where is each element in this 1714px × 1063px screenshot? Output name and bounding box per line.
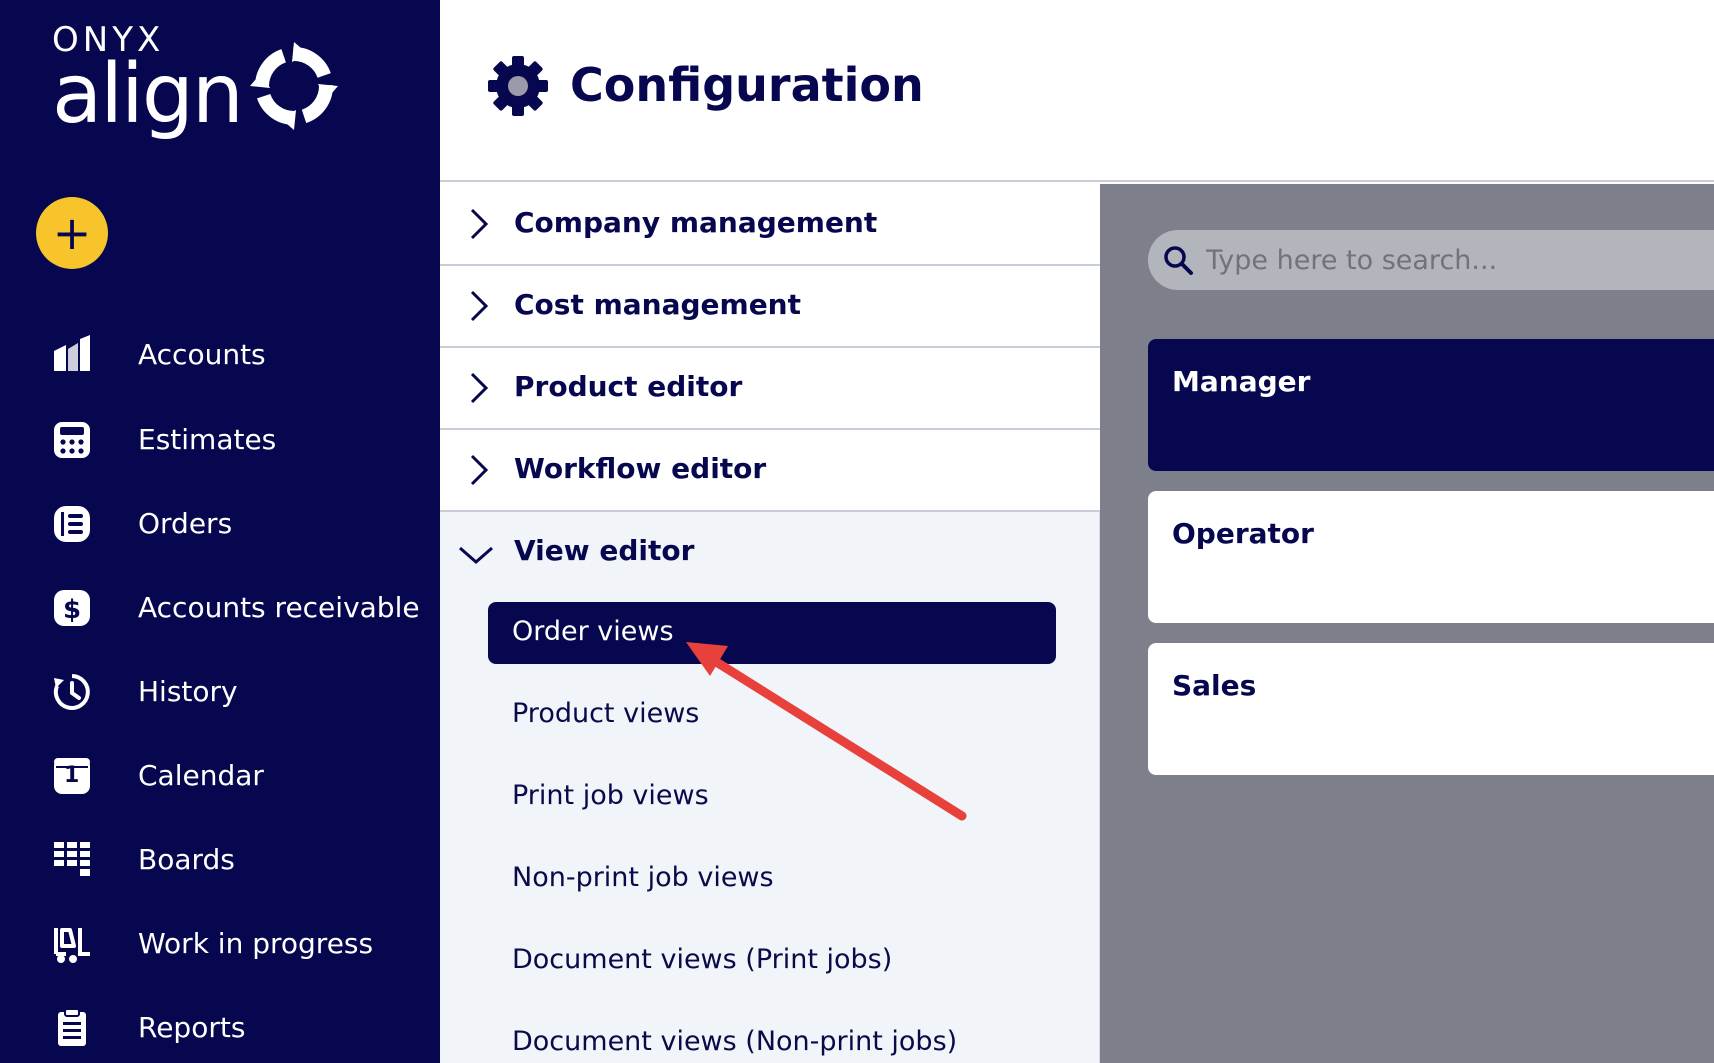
menu-section-label: Company management bbox=[514, 206, 878, 239]
menu-section-label: Product editor bbox=[514, 370, 743, 403]
sidebar-item-accounts-receivable[interactable]: $ Accounts receivable bbox=[0, 569, 440, 645]
chevron-right-icon bbox=[470, 290, 489, 322]
gear-icon bbox=[488, 56, 548, 116]
role-card-sales[interactable]: Sales bbox=[1148, 643, 1714, 775]
sidebar-item-reports[interactable]: Reports bbox=[0, 989, 440, 1063]
submenu-item-label: Document views (Non-print jobs) bbox=[512, 1026, 958, 1057]
chevron-right-icon bbox=[470, 208, 489, 240]
sidebar-item-boards[interactable]: Boards bbox=[0, 821, 440, 897]
search-input[interactable] bbox=[1206, 238, 1706, 282]
logo-product: align bbox=[52, 47, 244, 142]
menu-section-company-management[interactable]: Company management bbox=[440, 184, 1100, 266]
menu-section-label: Cost management bbox=[514, 288, 801, 321]
roles-panel: Manager Operator Sales bbox=[1100, 184, 1714, 1063]
submenu-item-label: Print job views bbox=[512, 780, 709, 811]
logo-sync-icon bbox=[250, 42, 338, 130]
sidebar-item-label: Boards bbox=[138, 842, 235, 876]
sidebar-item-label: Reports bbox=[138, 1010, 246, 1044]
chevron-right-icon bbox=[470, 454, 489, 486]
page-header: Configuration bbox=[440, 0, 1714, 182]
submenu-item-print-job-views[interactable]: Print job views bbox=[488, 766, 1056, 828]
submenu-item-label: Product views bbox=[512, 698, 700, 729]
sidebar: ONYX align + Accounts Estimates Orders $… bbox=[0, 0, 440, 1063]
role-label: Sales bbox=[1172, 669, 1257, 702]
calendar-day: 1 bbox=[64, 763, 80, 788]
search-icon bbox=[1164, 246, 1193, 275]
sidebar-item-label: Estimates bbox=[138, 422, 277, 456]
submenu-item-product-views[interactable]: Product views bbox=[488, 684, 1056, 746]
menu-section-product-editor[interactable]: Product editor bbox=[440, 348, 1100, 430]
clipboard-icon bbox=[58, 1008, 86, 1046]
sidebar-item-history[interactable]: History bbox=[0, 653, 440, 729]
menu-section-label: Workflow editor bbox=[514, 452, 767, 485]
app-logo[interactable]: ONYX align bbox=[52, 22, 244, 142]
page-title: Configuration bbox=[570, 58, 924, 112]
sidebar-item-label: Orders bbox=[138, 506, 233, 540]
chevron-right-icon bbox=[470, 372, 489, 404]
submenu-item-label: Non-print job views bbox=[512, 862, 774, 893]
calculator-icon bbox=[54, 422, 90, 458]
boards-icon bbox=[54, 842, 90, 876]
sidebar-item-label: History bbox=[138, 674, 238, 708]
add-button[interactable]: + bbox=[36, 197, 108, 269]
submenu-item-label: Order views bbox=[512, 616, 674, 647]
role-label: Manager bbox=[1172, 365, 1311, 398]
sidebar-item-label: Work in progress bbox=[138, 926, 374, 960]
orders-icon bbox=[54, 506, 90, 542]
sidebar-item-calendar[interactable]: 1 Calendar bbox=[0, 737, 440, 813]
menu-section-view-editor[interactable]: View editor bbox=[440, 512, 1100, 594]
sidebar-item-accounts[interactable]: Accounts bbox=[0, 316, 440, 392]
dollar-icon: $ bbox=[54, 590, 90, 626]
sidebar-item-work-in-progress[interactable]: Work in progress bbox=[0, 905, 440, 981]
submenu-item-document-views-print-jobs[interactable]: Document views (Print jobs) bbox=[488, 930, 1056, 992]
menu-section-cost-management[interactable]: Cost management bbox=[440, 266, 1100, 348]
submenu-item-non-print-job-views[interactable]: Non-print job views bbox=[488, 848, 1056, 910]
role-label: Operator bbox=[1172, 517, 1314, 550]
forklift-icon bbox=[54, 928, 90, 963]
sidebar-item-orders[interactable]: Orders bbox=[0, 485, 440, 561]
sidebar-item-label: Accounts receivable bbox=[138, 590, 420, 624]
svg-text:$: $ bbox=[63, 595, 81, 625]
search-box[interactable] bbox=[1148, 230, 1714, 290]
sidebar-item-label: Calendar bbox=[138, 758, 264, 792]
submenu-item-order-views[interactable]: Order views bbox=[488, 602, 1056, 664]
configuration-menu: Company management Cost management Produ… bbox=[440, 184, 1100, 1063]
menu-section-workflow-editor[interactable]: Workflow editor bbox=[440, 430, 1100, 512]
sidebar-item-label: Accounts bbox=[138, 337, 266, 371]
submenu-item-document-views-non-print-jobs[interactable]: Document views (Non-print jobs) bbox=[488, 1012, 1056, 1063]
submenu-item-label: Document views (Print jobs) bbox=[512, 944, 893, 975]
role-card-manager[interactable]: Manager bbox=[1148, 339, 1714, 471]
chevron-down-icon bbox=[459, 546, 493, 564]
accounts-icon bbox=[54, 335, 90, 371]
sidebar-item-estimates[interactable]: Estimates bbox=[0, 401, 440, 477]
role-card-operator[interactable]: Operator bbox=[1148, 491, 1714, 623]
menu-section-label: View editor bbox=[514, 534, 695, 567]
history-icon bbox=[53, 674, 90, 710]
